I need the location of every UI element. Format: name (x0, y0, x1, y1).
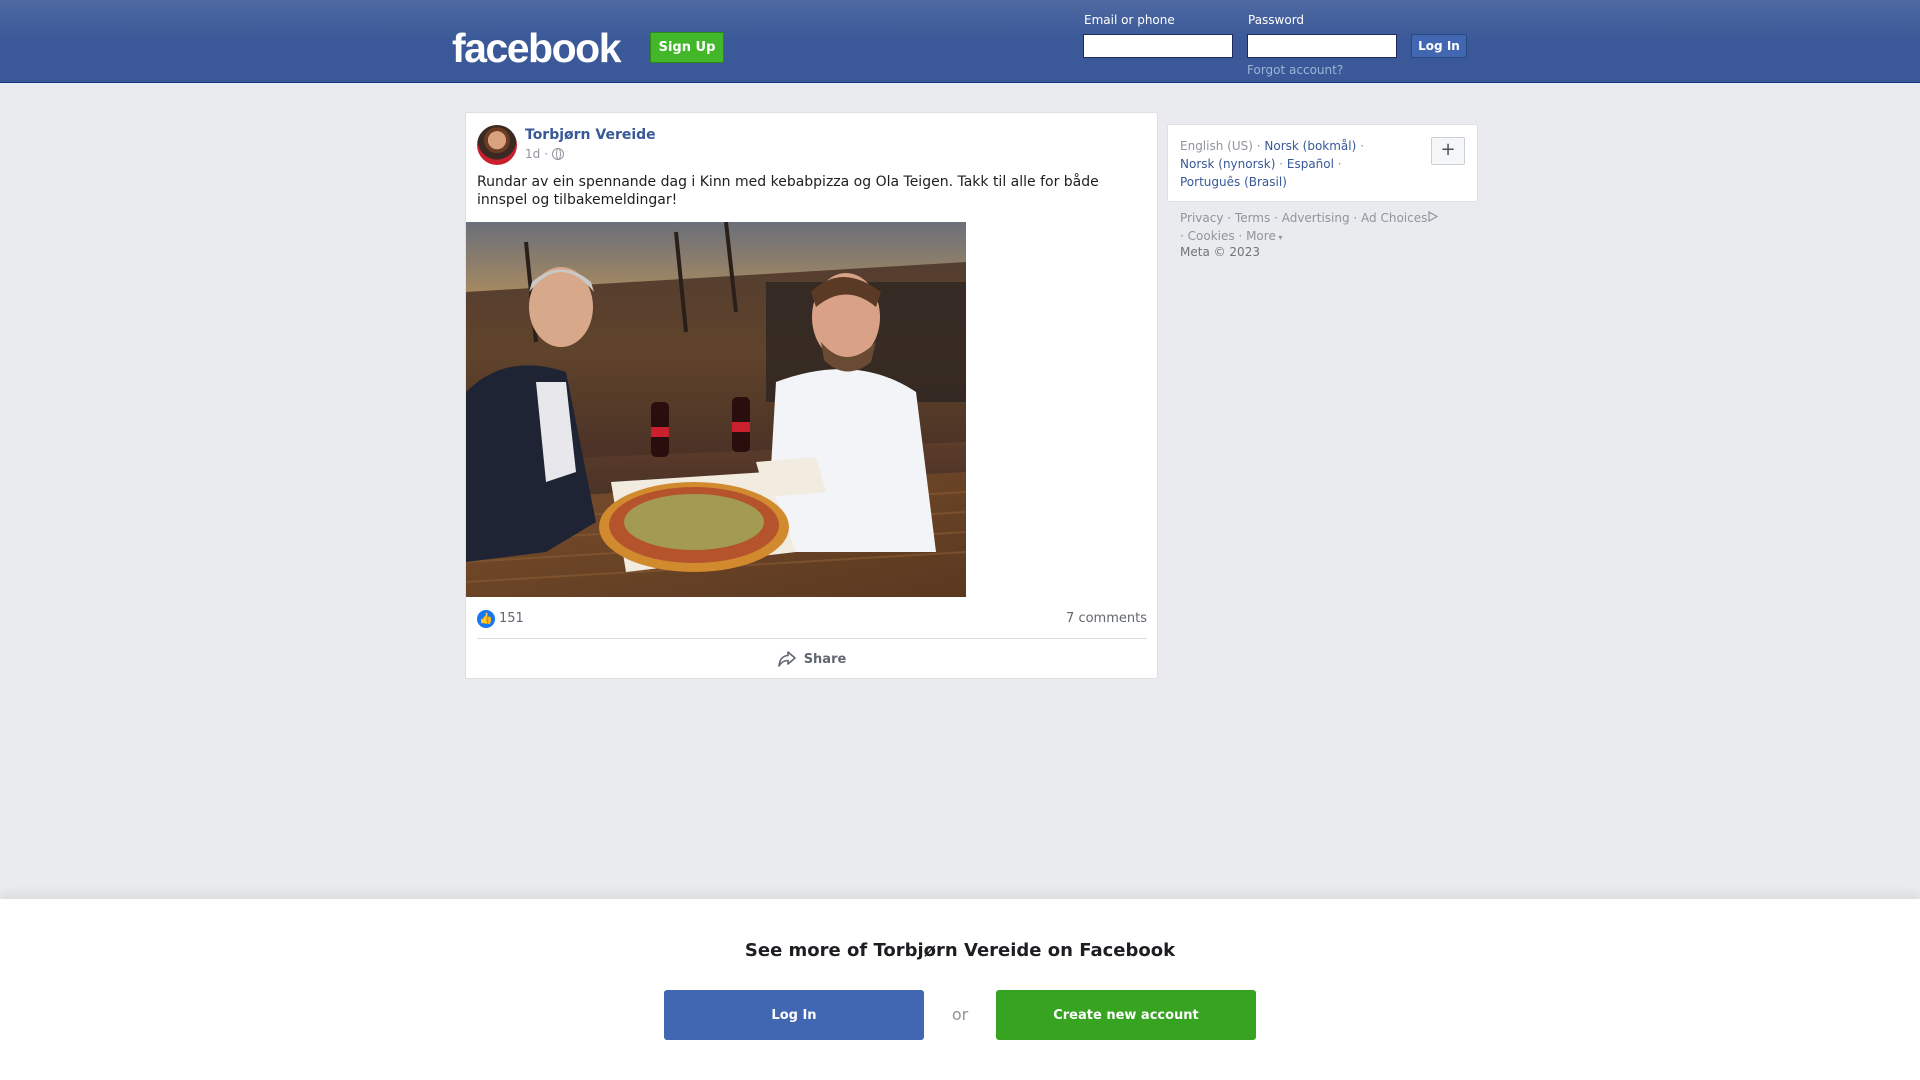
author-avatar[interactable] (477, 125, 517, 165)
footer-link-more[interactable]: More (1246, 229, 1276, 243)
post-meta: 1d · (525, 147, 565, 161)
or-separator: or (951, 1005, 969, 1024)
post-timestamp[interactable]: 1d (525, 147, 540, 161)
language-selector: English (US) · Norsk (bokmål) · Norsk (n… (1167, 124, 1478, 202)
banner-login-button[interactable]: Log In (664, 990, 924, 1040)
share-label: Share (803, 651, 847, 667)
post-divider (477, 638, 1147, 639)
footer-link-advertising[interactable]: Advertising (1282, 211, 1350, 225)
ad-choices-icon (1428, 210, 1439, 223)
share-icon (777, 651, 796, 667)
post-stats: 👍 151 7 comments (477, 609, 1147, 629)
banner-title: See more of Torbjørn Vereide on Facebook (744, 940, 1176, 961)
like-reaction-icon[interactable]: 👍 (477, 610, 495, 628)
language-option[interactable]: Norsk (nynorsk) (1180, 157, 1275, 171)
comments-count[interactable]: 7 comments (1066, 611, 1147, 626)
language-list: English (US) · Norsk (bokmål) · Norsk (n… (1180, 139, 1364, 189)
like-count[interactable]: 151 (499, 611, 524, 626)
footer-link-privacy[interactable]: Privacy (1180, 211, 1223, 225)
footer-link-ad-choices[interactable]: Ad Choices (1361, 211, 1427, 225)
post-author-name[interactable]: Torbjørn Vereide (525, 127, 656, 143)
footer-links: Privacy · Terms · Advertising · Ad Choic… (1180, 209, 1480, 247)
meta-separator: · (544, 147, 549, 161)
language-option[interactable]: Português (Brasil) (1180, 175, 1287, 189)
email-field[interactable] (1083, 34, 1233, 58)
login-prompt-banner: See more of Torbjørn Vereide on Facebook… (0, 899, 1920, 1080)
post-card: Torbjørn Vereide 1d · Rundar av ein spen… (465, 112, 1158, 679)
post-photo-image (466, 222, 966, 597)
header-login-button[interactable]: Log In (1411, 34, 1467, 58)
globe-icon (552, 148, 565, 160)
copyright-text: Meta © 2023 (1180, 245, 1260, 259)
language-option[interactable]: Español (1287, 157, 1334, 171)
forgot-account-link[interactable]: Forgot account? (1247, 63, 1343, 77)
post-photo[interactable] (466, 222, 966, 597)
facebook-logo[interactable]: facebook (452, 24, 622, 72)
top-navigation-bar: facebook Sign Up Email or phone Password… (0, 0, 1920, 83)
language-current: English (US) (1180, 139, 1253, 153)
footer-link-terms[interactable]: Terms (1235, 211, 1270, 225)
create-account-button[interactable]: Create new account (996, 990, 1256, 1040)
sign-up-button[interactable]: Sign Up (650, 32, 724, 63)
email-label: Email or phone (1084, 13, 1175, 27)
post-text: Rundar av ein spennande dag i Kinn med k… (477, 174, 1099, 208)
password-field[interactable] (1247, 34, 1397, 58)
caret-down-icon: ▾ (1275, 233, 1283, 242)
more-languages-button[interactable]: + (1431, 137, 1465, 165)
footer-link-cookies[interactable]: Cookies (1188, 229, 1235, 243)
share-button[interactable]: Share (477, 643, 1147, 675)
language-option[interactable]: Norsk (bokmål) (1264, 139, 1356, 153)
password-label: Password (1248, 13, 1305, 27)
